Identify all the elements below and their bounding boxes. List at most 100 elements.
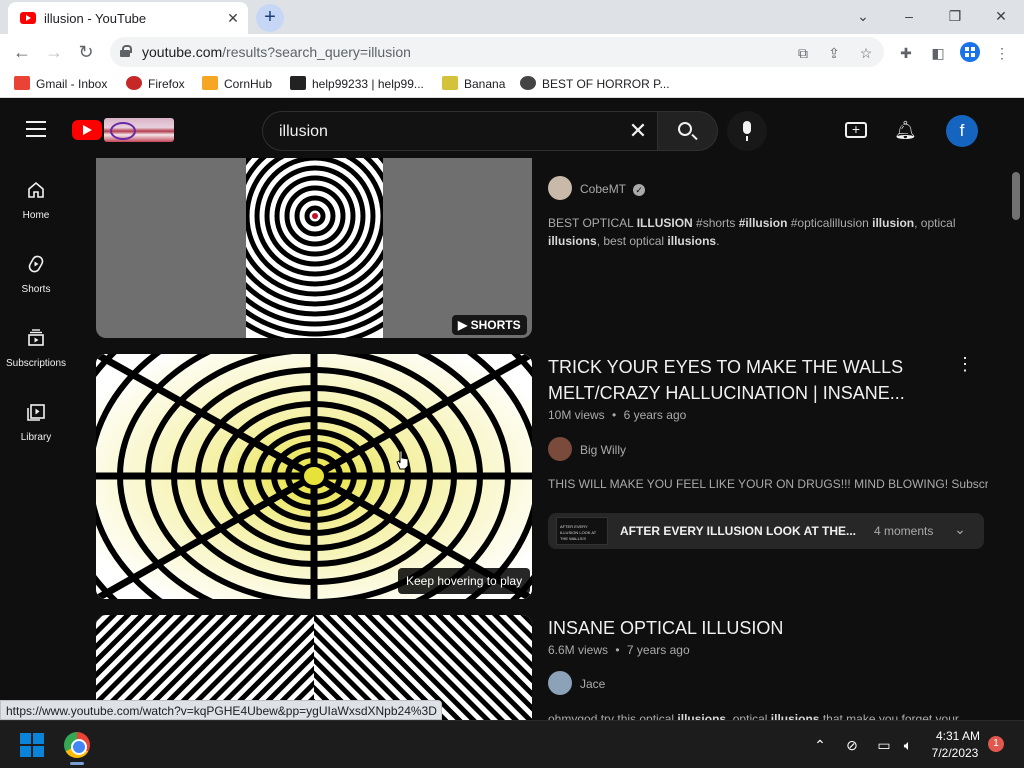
search-button[interactable]: [658, 111, 718, 151]
guide-label: Home: [22, 210, 50, 221]
close-window-button[interactable]: ✕: [986, 6, 1016, 26]
dot-separator: •: [615, 643, 620, 657]
video-description: ohmygod try this optical illusions, opti…: [548, 712, 959, 720]
channel-name[interactable]: CobeMT ✓: [580, 182, 646, 196]
bookmark-gmail[interactable]: Gmail - Inbox: [14, 76, 107, 94]
search-icon: [678, 122, 692, 136]
side-panel-icon[interactable]: ◧: [929, 44, 947, 62]
network-off-icon[interactable]: ⊘: [842, 736, 862, 754]
video-title[interactable]: TRICK YOUR EYES TO MAKE THE WALLS MELT/C…: [548, 354, 928, 406]
view-count: 10M views: [548, 408, 605, 422]
tab-close-icon[interactable]: ✕: [224, 9, 242, 27]
channel-name[interactable]: Big Willy: [580, 443, 626, 457]
profile-icon[interactable]: [960, 42, 980, 62]
url-path: /results?search_query=illusion: [222, 44, 411, 60]
tab-title: illusion - YouTube: [44, 11, 147, 26]
video-thumbnail[interactable]: ▶ SHORTS: [96, 158, 532, 338]
search-query[interactable]: illusion: [279, 123, 328, 141]
video-metadata: 10M views • 6 years ago: [548, 408, 686, 422]
search-input[interactable]: illusion: [262, 111, 658, 151]
youtube-logo-icon[interactable]: [72, 120, 102, 140]
share-icon[interactable]: ⇪: [825, 44, 843, 62]
forward-button[interactable]: →: [42, 40, 66, 64]
chevron-up-icon[interactable]: ⌃: [810, 736, 830, 754]
bookmark-horror[interactable]: BEST OF HORROR P...: [520, 76, 670, 94]
video-thumbnail[interactable]: Keep hovering to play: [96, 354, 532, 599]
youtube-favicon-icon: [20, 12, 36, 24]
gmail-icon: [14, 76, 30, 90]
taskbar: [0, 720, 1024, 768]
firefox-icon: [126, 76, 142, 90]
view-count: 6.6M views: [548, 643, 609, 657]
guide-item-library[interactable]: Library: [0, 402, 72, 462]
guide-label: Shorts: [21, 284, 51, 295]
shorts-icon: [28, 255, 44, 273]
back-button[interactable]: ←: [10, 40, 34, 64]
shorts-badge: ▶ SHORTS: [452, 315, 527, 335]
lock-icon[interactable]: [120, 45, 132, 57]
clock-date[interactable]: 7/2/2023: [924, 746, 986, 760]
minimize-button[interactable]: –: [894, 6, 924, 26]
guide-item-home[interactable]: Home: [0, 180, 72, 240]
mouse-cursor-icon: [396, 450, 410, 470]
chrome-taskbar-icon[interactable]: [64, 732, 90, 758]
display-icon[interactable]: ▭: [874, 736, 894, 754]
banana-icon: [442, 76, 458, 90]
create-video-icon[interactable]: +: [845, 122, 867, 138]
publish-age: 7 years ago: [626, 643, 690, 657]
channel-avatar[interactable]: [548, 176, 572, 200]
windows-grid-icon: [965, 47, 975, 57]
guide-label: Library: [20, 432, 52, 443]
video-metadata: 6.6M views • 7 years ago: [548, 643, 690, 657]
spiral-illusion-image: [246, 158, 383, 338]
channel-avatar[interactable]: [548, 437, 572, 461]
reload-button[interactable]: ↻: [74, 40, 98, 64]
guide-item-shorts[interactable]: Shorts: [0, 254, 72, 314]
windows-start-icon[interactable]: [20, 733, 44, 757]
volume-icon[interactable]: 🔈︎: [898, 736, 918, 754]
bookmark-firefox[interactable]: Firefox: [126, 76, 185, 94]
youtube-doodle[interactable]: [104, 118, 174, 142]
video-title[interactable]: INSANE OPTICAL ILLUSION: [548, 615, 783, 641]
bookmark-star-icon[interactable]: ☆: [857, 44, 875, 62]
home-icon: [28, 181, 44, 198]
bookmark-cornhub[interactable]: CornHub: [202, 76, 272, 94]
voice-search-button[interactable]: [727, 111, 767, 151]
cornhub-icon: [202, 76, 218, 90]
video-description: THIS WILL MAKE YOU FEEL LIKE YOUR ON DRU…: [548, 477, 988, 491]
chevron-down-icon[interactable]: ⌄: [952, 521, 968, 539]
video-action-menu-icon[interactable]: ⋮: [956, 354, 974, 374]
open-in-app-icon[interactable]: ⧉: [794, 44, 812, 62]
channel-name[interactable]: Jace: [580, 677, 605, 691]
dot-separator: •: [612, 408, 617, 422]
link-status-url: https://www.youtube.com/watch?v=kqPGHE4U…: [0, 700, 442, 720]
more-icon[interactable]: ⋮: [993, 44, 1011, 62]
page-scrollbar-thumb[interactable]: [1012, 172, 1020, 220]
clock-time[interactable]: 4:31 AM: [930, 729, 986, 743]
address-bar[interactable]: youtube.com/results?search_query=illusio…: [110, 37, 884, 67]
hover-tooltip: Keep hovering to play: [398, 568, 531, 594]
notification-count-badge[interactable]: 1: [988, 736, 1004, 752]
channel-avatar[interactable]: [548, 671, 572, 695]
clear-search-icon[interactable]: ✕: [626, 119, 650, 143]
notifications-bell-icon[interactable]: 🔔︎: [894, 120, 917, 140]
guide-item-subscriptions[interactable]: Subscriptions: [0, 328, 72, 388]
verified-badge-icon: ✓: [633, 184, 646, 196]
address-url[interactable]: youtube.com/results?search_query=illusio…: [142, 44, 411, 60]
tab-search-dropdown-icon[interactable]: ⌄: [848, 6, 878, 26]
library-icon: [27, 404, 45, 421]
extensions-icon[interactable]: ✚: [897, 44, 915, 62]
subscriptions-icon: [28, 329, 44, 346]
guide-menu-icon[interactable]: [26, 121, 46, 137]
publish-age: 6 years ago: [623, 408, 687, 422]
tunnel-illusion-image: [96, 354, 532, 599]
key-moments-row[interactable]: AFTER EVERY ILLUSION LOOK AT THE WALLS!!…: [548, 513, 984, 549]
bookmark-wix[interactable]: help99233 | help99...: [290, 76, 424, 94]
browser-tab[interactable]: illusion - YouTube ✕: [8, 2, 248, 34]
url-host: youtube.com: [142, 44, 223, 60]
guide-label: Subscriptions: [5, 358, 67, 369]
bookmark-banana[interactable]: Banana: [442, 76, 505, 94]
restore-button[interactable]: ❐: [940, 6, 970, 26]
new-tab-button[interactable]: +: [256, 4, 284, 32]
account-avatar[interactable]: f: [946, 115, 978, 147]
